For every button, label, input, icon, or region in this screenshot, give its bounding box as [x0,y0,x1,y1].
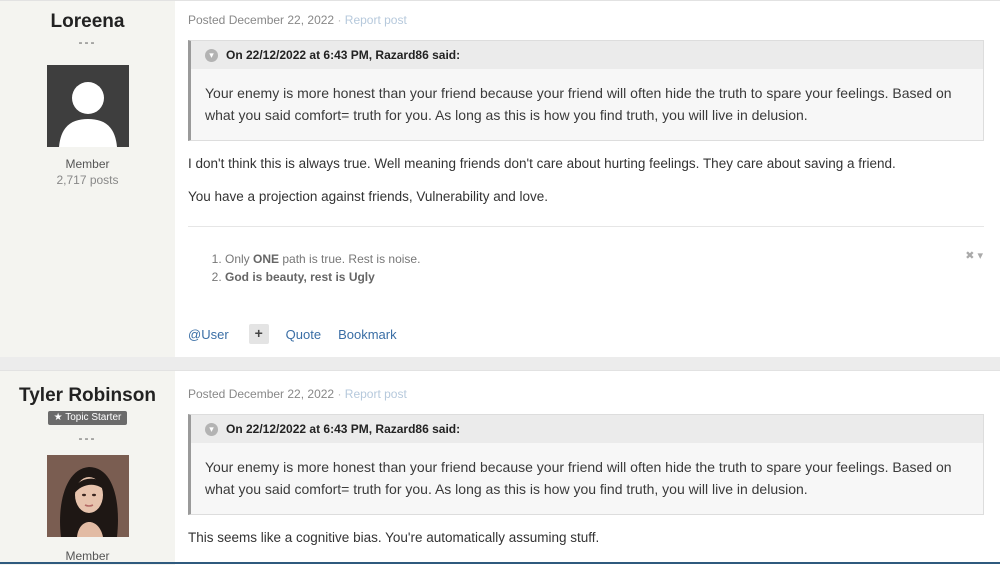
avatar[interactable] [46,455,129,537]
meta-separator: · [337,13,342,27]
blockquote: ▾ On 22/12/2022 at 6:43 PM, Razard86 sai… [188,40,984,141]
signature-item: God is beauty, rest is Ugly [225,268,984,286]
post-meta: Posted December 22, 2022 · Report post [188,387,984,401]
mention-user-link[interactable]: @User [188,327,229,342]
post-date: Posted December 22, 2022 [188,387,335,401]
author-name-link[interactable]: Loreena [0,11,175,33]
quote-citation[interactable]: ▾ On 22/12/2022 at 6:43 PM, Razard86 sai… [191,415,983,443]
report-post-link[interactable]: Report post [345,13,407,27]
default-avatar-icon [46,65,129,147]
quote-citation-text: On 22/12/2022 at 6:43 PM, Razard86 said: [226,48,461,62]
topic-starter-badge: ★ Topic Starter [47,411,128,425]
bookmark-button[interactable]: Bookmark [338,327,397,342]
chevron-down-circle-icon[interactable]: ▾ [205,48,218,62]
post-paragraph: You have a projection against friends, V… [188,189,548,204]
quote-button[interactable]: Quote [286,327,321,342]
post-actions: @User + Quote Bookmark [188,324,397,344]
signature-divider [188,226,984,227]
blockquote: ▾ On 22/12/2022 at 6:43 PM, Razard86 sai… [188,414,984,515]
quote-citation[interactable]: ▾ On 22/12/2022 at 6:43 PM, Razard86 sai… [191,41,983,69]
report-post-link[interactable]: Report post [345,387,407,401]
quote-text: Your enemy is more honest than your frie… [205,85,952,123]
post-paragraph: I don't think this is always true. Well … [188,156,896,171]
post-content: Posted December 22, 2022 · Report post ▾… [175,1,1000,357]
member-role: Member [65,157,110,171]
meta-separator: · [337,387,342,401]
quote-citation-text: On 22/12/2022 at 6:43 PM, Razard86 said: [226,422,461,436]
author-name-link[interactable]: Tyler Robinson [0,385,175,407]
chevron-down-circle-icon[interactable]: ▾ [205,422,218,436]
quote-text: Your enemy is more honest than your frie… [205,459,952,497]
signature-link[interactable]: Only ONE path is true. Rest is noise [225,252,417,266]
member-role: Member [65,549,110,563]
post-meta: Posted December 22, 2022 · Report post [188,13,984,27]
user-photo-icon [46,455,129,537]
post-date: Posted December 22, 2022 [188,13,335,27]
signature: Only ONE path is true. Rest is noise. Go… [188,250,984,286]
post-count: 2,717 posts [56,173,119,187]
author-title: --- [78,35,97,49]
post-loreena: Loreena --- Member 2,717 posts Posted De… [0,0,1000,357]
author-panel: Loreena --- Member 2,717 posts [0,1,175,357]
author-title: --- [78,431,97,445]
post-content: Posted December 22, 2022 · Report post ▾… [175,371,1000,565]
post-tyler-robinson: Tyler Robinson ★ Topic Starter --- Membe… [0,370,1000,565]
avatar[interactable] [46,65,129,147]
post-paragraph: This seems like a cognitive bias. You're… [188,530,600,545]
author-panel: Tyler Robinson ★ Topic Starter --- Membe… [0,371,175,565]
multiquote-button[interactable]: + [248,324,269,344]
signature-item: Only ONE path is true. Rest is noise. [225,250,984,268]
signature-hide-icon[interactable]: ✖ ▾ [965,249,983,262]
